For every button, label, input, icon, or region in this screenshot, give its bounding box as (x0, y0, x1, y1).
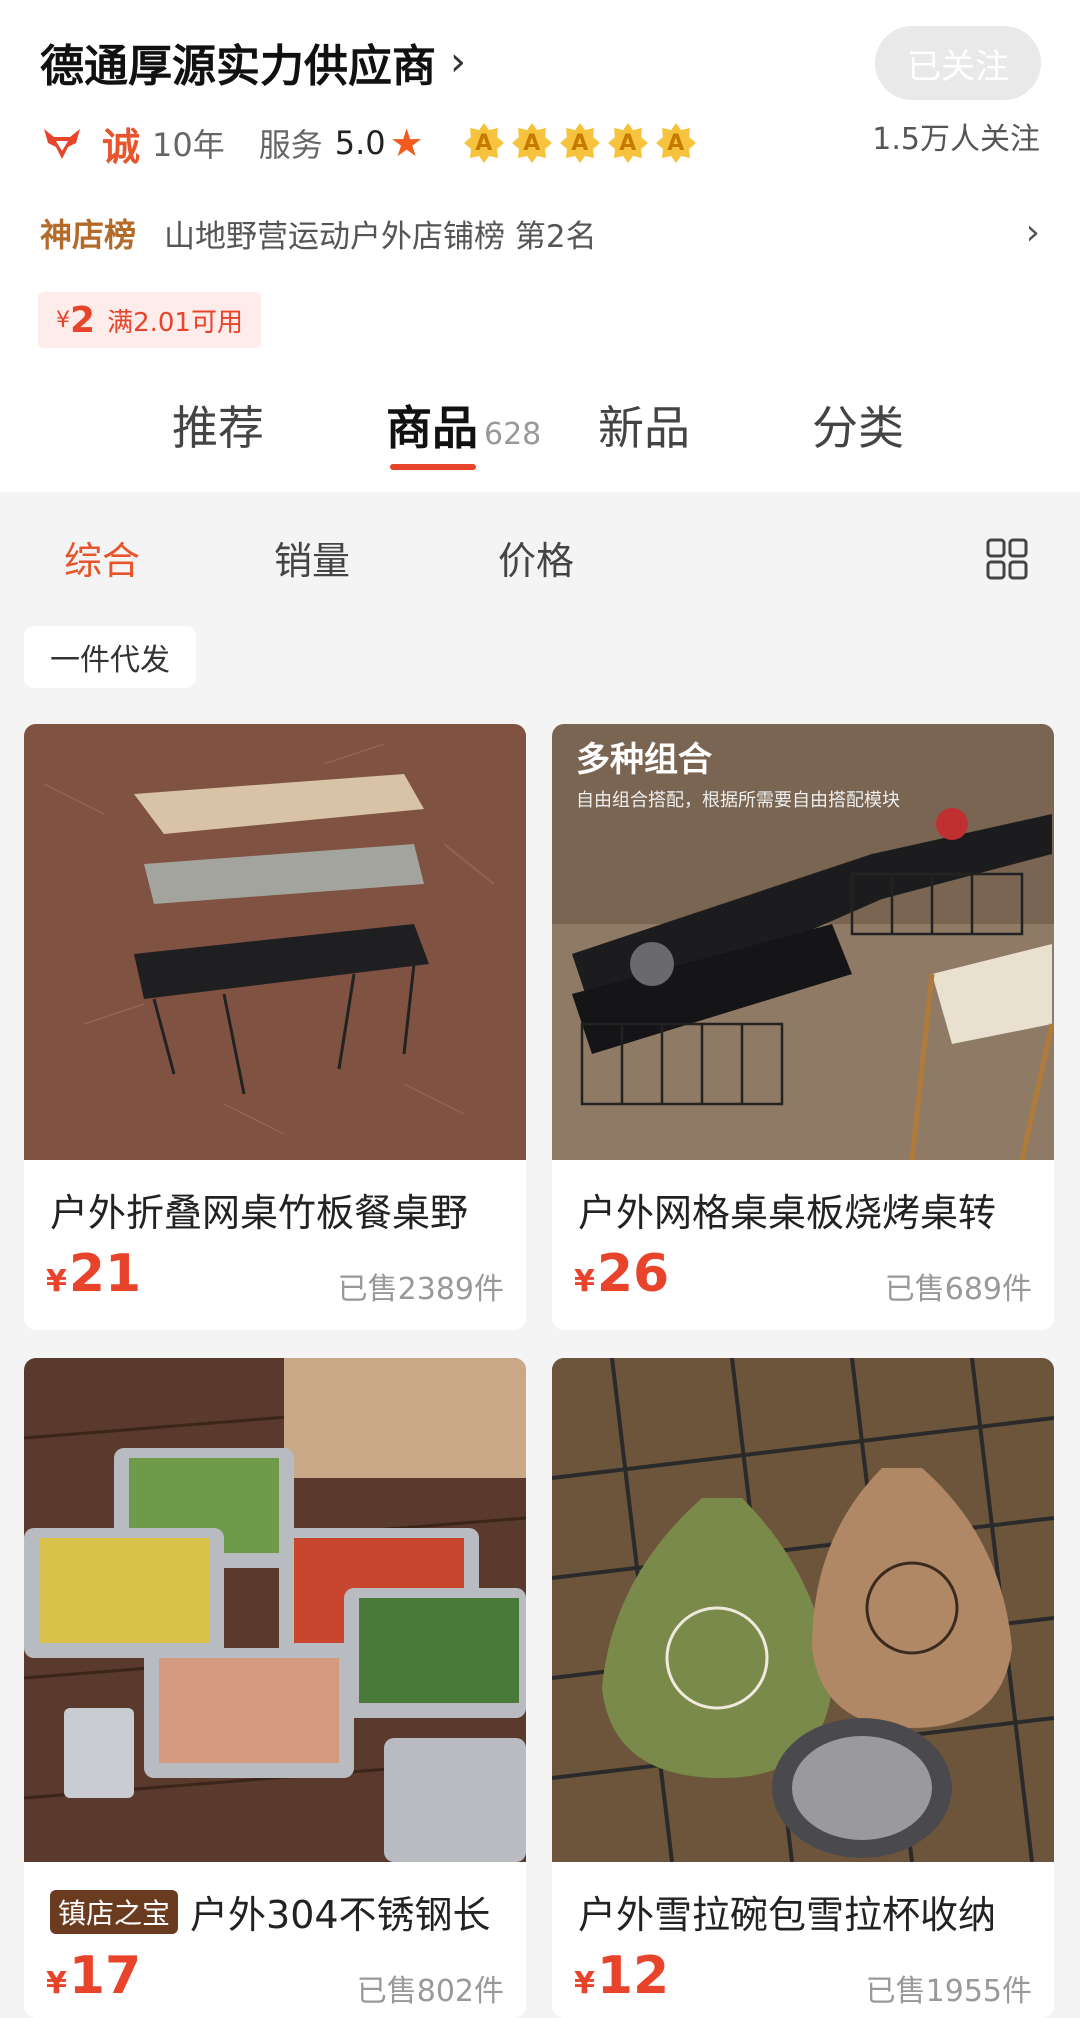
tab-products-label: 商品 (386, 401, 478, 455)
follow-button[interactable]: 已关注 (875, 26, 1041, 100)
shop-header: 德通厚源实力供应商 › 已关注 1.5万人关注 诚 10年 服务 5.0 ★ A… (0, 0, 1080, 492)
product-card[interactable]: 多种组合 自由组合搭配，根据所需要自由搭配模块 户外网格桌桌板烧烤桌转 ¥ 26… (552, 724, 1054, 1330)
price-currency: ¥ (574, 1264, 595, 1299)
price-value: 21 (68, 1244, 142, 1304)
product-price: ¥ 17 (46, 1946, 141, 2006)
service-score: 5.0 (334, 124, 386, 162)
product-title-text: 户外304不锈钢长 (190, 1893, 491, 1937)
chevron-right-icon: › (1025, 212, 1040, 253)
tab-new[interactable]: 新品 (598, 392, 690, 458)
tab-products[interactable]: 商品 628 (386, 392, 541, 458)
product-sold: 已售1955件 (865, 1974, 1032, 2009)
price-currency: ¥ (46, 1264, 67, 1299)
product-card[interactable]: 户外雪拉碗包雪拉杯收纳 ¥ 12 已售1955件 (552, 1358, 1054, 2018)
rating-badge-icon: A (510, 121, 554, 165)
star-icon: ★ (389, 121, 424, 165)
grid-view-icon[interactable] (986, 538, 1028, 580)
coupon-amount: 2 (70, 299, 96, 341)
product-image (24, 1358, 526, 1862)
product-sold: 已售2389件 (337, 1272, 504, 1307)
price-value: 12 (596, 1946, 670, 2006)
rating-badge-icon: A (462, 121, 506, 165)
tab-recommend[interactable]: 推荐 (172, 392, 264, 458)
product-price: ¥ 26 (574, 1244, 669, 1304)
tab-products-count: 628 (484, 417, 542, 452)
product-price: ¥ 21 (46, 1244, 141, 1304)
sort-price[interactable]: 价格 (498, 530, 574, 585)
rating-badge-icon: A (558, 121, 602, 165)
product-card[interactable]: 镇店之宝 户外304不锈钢长 ¥ 17 已售802件 (24, 1358, 526, 2018)
coupon-currency: ¥ (56, 307, 70, 333)
price-currency: ¥ (46, 1966, 67, 2001)
shop-rank[interactable]: 神店榜 山地野营运动户外店铺榜 第2名 › (40, 208, 1040, 258)
product-sold: 已售802件 (356, 1974, 504, 2009)
price-currency: ¥ (574, 1966, 595, 2001)
product-card[interactable]: 户外折叠网桌竹板餐桌野 ¥ 21 已售2389件 (24, 724, 526, 1330)
rating-badge-icon: A (606, 121, 650, 165)
coupon[interactable]: ¥ 2 满2.01可用 (38, 292, 261, 348)
rating-badge-icon: A (654, 121, 698, 165)
shop-years: 10年 (152, 126, 225, 164)
product-title: 户外折叠网桌竹板餐桌野 (50, 1191, 469, 1235)
coupon-condition: 满2.01可用 (107, 307, 243, 338)
price-value: 26 (596, 1244, 670, 1304)
sort-comprehensive[interactable]: 综合 (64, 530, 140, 585)
sort-sales[interactable]: 销量 (274, 530, 350, 585)
shop-name-text: 德通厚源实力供应商 (40, 41, 436, 92)
bull-logo-icon (44, 129, 80, 159)
product-sold: 已售689件 (884, 1272, 1032, 1307)
price-value: 17 (68, 1946, 142, 2006)
product-price: ¥ 12 (574, 1946, 669, 2006)
shop-meta: 诚 10年 服务 5.0 ★ A A A A A (40, 118, 702, 169)
product-tag: 镇店之宝 (50, 1889, 179, 1934)
active-tab-indicator (390, 464, 476, 470)
sort-bar: 综合 销量 价格 (0, 530, 1080, 590)
rank-text: 山地野营运动户外店铺榜 第2名 (164, 218, 597, 255)
product-title: 镇店之宝 户外304不锈钢长 (50, 1884, 491, 1939)
service-label: 服务 (258, 126, 323, 164)
product-image (552, 1358, 1054, 1862)
chevron-right-icon: › (450, 39, 466, 85)
rank-label: 神店榜 (40, 216, 137, 254)
product-title: 户外雪拉碗包雪拉杯收纳 (578, 1893, 997, 1937)
shop-name[interactable]: 德通厚源实力供应商 › (40, 30, 466, 94)
product-title: 户外网格桌桌板烧烤桌转 (578, 1191, 997, 1235)
filter-chip-dropship[interactable]: 一件代发 (24, 626, 196, 688)
cheng-badge: 诚 (102, 124, 141, 169)
image-overlay-subtitle: 自由组合搭配，根据所需要自由搭配模块 (576, 790, 900, 811)
tab-bar: 推荐 商品 628 新品 分类 (0, 392, 1080, 472)
image-overlay-title: 多种组合 (576, 740, 712, 780)
tab-category[interactable]: 分类 (812, 392, 904, 458)
fans-count: 1.5万人关注 (872, 122, 1040, 157)
product-image (24, 724, 526, 1160)
